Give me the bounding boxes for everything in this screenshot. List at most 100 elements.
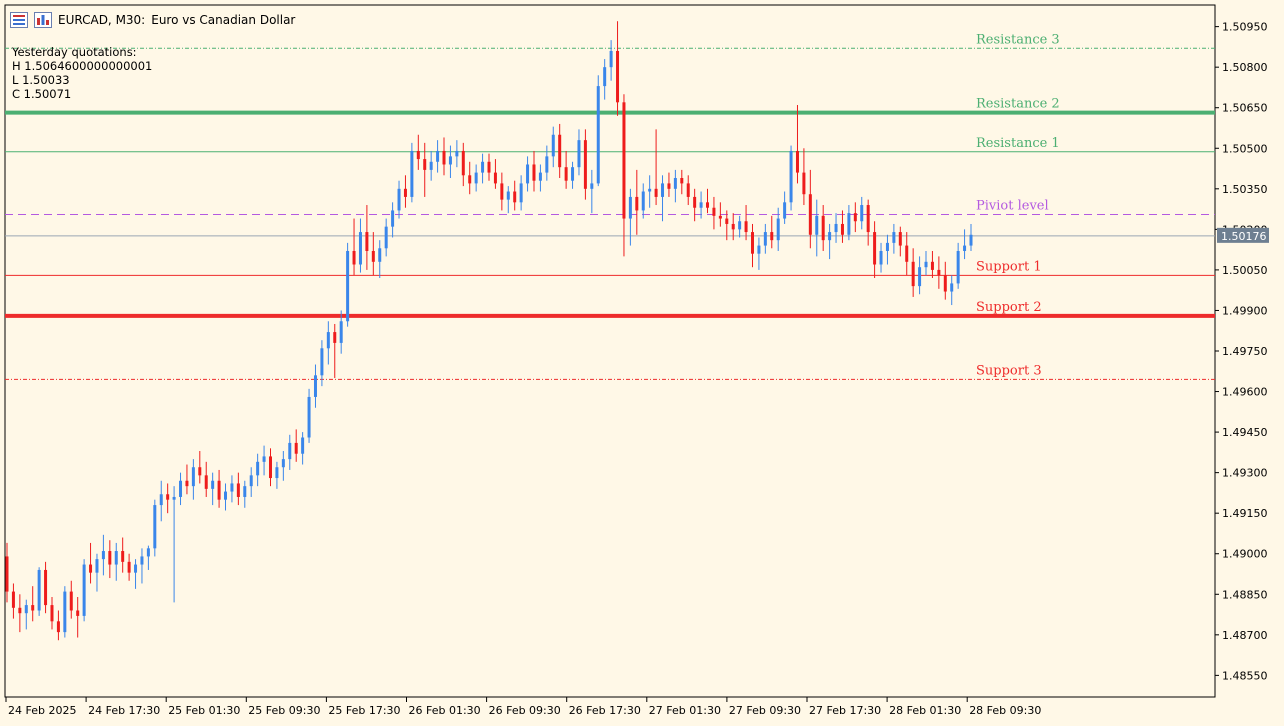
candle-body[interactable]	[943, 275, 947, 292]
candle-body[interactable]	[236, 483, 240, 497]
candle-body[interactable]	[847, 213, 851, 235]
candle-body[interactable]	[776, 218, 780, 241]
candle-body[interactable]	[750, 232, 754, 254]
candle-body[interactable]	[339, 321, 343, 343]
candle-body[interactable]	[410, 150, 414, 197]
candle-body[interactable]	[224, 491, 228, 500]
candle-body[interactable]	[757, 245, 761, 254]
candle-body[interactable]	[198, 467, 202, 476]
candle-body[interactable]	[423, 159, 427, 170]
candle-body[interactable]	[50, 605, 54, 622]
candle-body[interactable]	[352, 250, 356, 265]
candle-body[interactable]	[346, 250, 350, 322]
candle-body[interactable]	[622, 102, 626, 219]
candle-body[interactable]	[892, 232, 896, 243]
candle-body[interactable]	[429, 161, 433, 170]
candle-body[interactable]	[673, 178, 677, 189]
candle-body[interactable]	[828, 232, 832, 241]
candle-body[interactable]	[217, 480, 221, 500]
candle-body[interactable]	[963, 245, 967, 251]
candle-body[interactable]	[500, 183, 504, 200]
candle-body[interactable]	[243, 486, 247, 497]
candle-body[interactable]	[307, 396, 311, 438]
candle-body[interactable]	[146, 548, 150, 557]
candle-body[interactable]	[204, 475, 208, 489]
candle-body[interactable]	[558, 134, 562, 168]
candle-body[interactable]	[731, 223, 735, 230]
candle-body[interactable]	[770, 232, 774, 241]
candle-body[interactable]	[127, 561, 131, 573]
price-chart[interactable]: 1.48550 1.48700 1.48850 1.49000 1.49150 1.493…	[0, 0, 1284, 726]
candle-body[interactable]	[249, 475, 253, 487]
candle-body[interactable]	[281, 459, 285, 468]
candle-body[interactable]	[860, 205, 864, 222]
candle-body[interactable]	[82, 564, 86, 616]
candle-body[interactable]	[121, 551, 125, 562]
candle-body[interactable]	[802, 172, 806, 195]
candle-body[interactable]	[545, 156, 549, 173]
candle-body[interactable]	[436, 150, 440, 162]
candle-body[interactable]	[442, 150, 446, 165]
candle-body[interactable]	[5, 556, 9, 592]
candle-body[interactable]	[738, 221, 742, 230]
candle-body[interactable]	[532, 164, 536, 181]
candle-body[interactable]	[230, 483, 234, 492]
candle-body[interactable]	[320, 348, 324, 376]
candle-body[interactable]	[609, 50, 613, 68]
candle-body[interactable]	[725, 218, 729, 224]
candle-body[interactable]	[179, 480, 183, 497]
candle-body[interactable]	[866, 205, 870, 233]
candle-body[interactable]	[513, 191, 517, 203]
candle-body[interactable]	[101, 551, 105, 560]
candle-body[interactable]	[789, 150, 793, 203]
candle-body[interactable]	[108, 551, 112, 565]
candle-body[interactable]	[654, 188, 658, 197]
bar-chart-icon[interactable]	[34, 12, 52, 28]
candle-body[interactable]	[95, 559, 99, 573]
candle-body[interactable]	[885, 242, 889, 251]
candle-body[interactable]	[288, 442, 292, 460]
candle-body[interactable]	[808, 194, 812, 235]
candle-body[interactable]	[905, 245, 909, 262]
candle-body[interactable]	[76, 610, 80, 616]
candle-body[interactable]	[873, 232, 877, 265]
candle-body[interactable]	[185, 480, 189, 487]
candle-body[interactable]	[815, 215, 819, 235]
candle-body[interactable]	[763, 232, 767, 246]
candle-body[interactable]	[256, 461, 260, 476]
menu-list-icon[interactable]	[10, 12, 28, 28]
candle-body[interactable]	[455, 150, 459, 157]
candle-body[interactable]	[853, 213, 857, 222]
candle-body[interactable]	[134, 564, 138, 573]
candle-body[interactable]	[795, 150, 799, 173]
candle-body[interactable]	[487, 161, 491, 173]
candle-body[interactable]	[63, 591, 67, 633]
candle-body[interactable]	[262, 456, 266, 462]
candle-body[interactable]	[391, 210, 395, 227]
candle-body[interactable]	[114, 551, 118, 565]
candle-body[interactable]	[326, 332, 330, 349]
candle-body[interactable]	[416, 150, 420, 160]
candle-body[interactable]	[577, 140, 581, 168]
candle-body[interactable]	[526, 164, 530, 184]
candle-body[interactable]	[358, 232, 362, 265]
candle-body[interactable]	[37, 569, 41, 611]
candle-body[interactable]	[481, 161, 485, 173]
candle-body[interactable]	[551, 134, 555, 157]
candle-body[interactable]	[403, 188, 407, 197]
candle-body[interactable]	[596, 86, 600, 184]
candle-body[interactable]	[506, 191, 510, 200]
candle-body[interactable]	[744, 221, 748, 233]
candle-body[interactable]	[930, 261, 934, 270]
candle-body[interactable]	[699, 202, 703, 208]
candle-body[interactable]	[519, 183, 523, 203]
candle-body[interactable]	[783, 202, 787, 219]
candle-body[interactable]	[365, 232, 369, 251]
candle-body[interactable]	[474, 172, 478, 184]
candle-body[interactable]	[89, 564, 93, 573]
candle-body[interactable]	[211, 480, 215, 489]
candle-body[interactable]	[648, 188, 652, 192]
candle-body[interactable]	[140, 556, 144, 565]
candle-body[interactable]	[937, 269, 941, 276]
candle-body[interactable]	[616, 50, 620, 103]
